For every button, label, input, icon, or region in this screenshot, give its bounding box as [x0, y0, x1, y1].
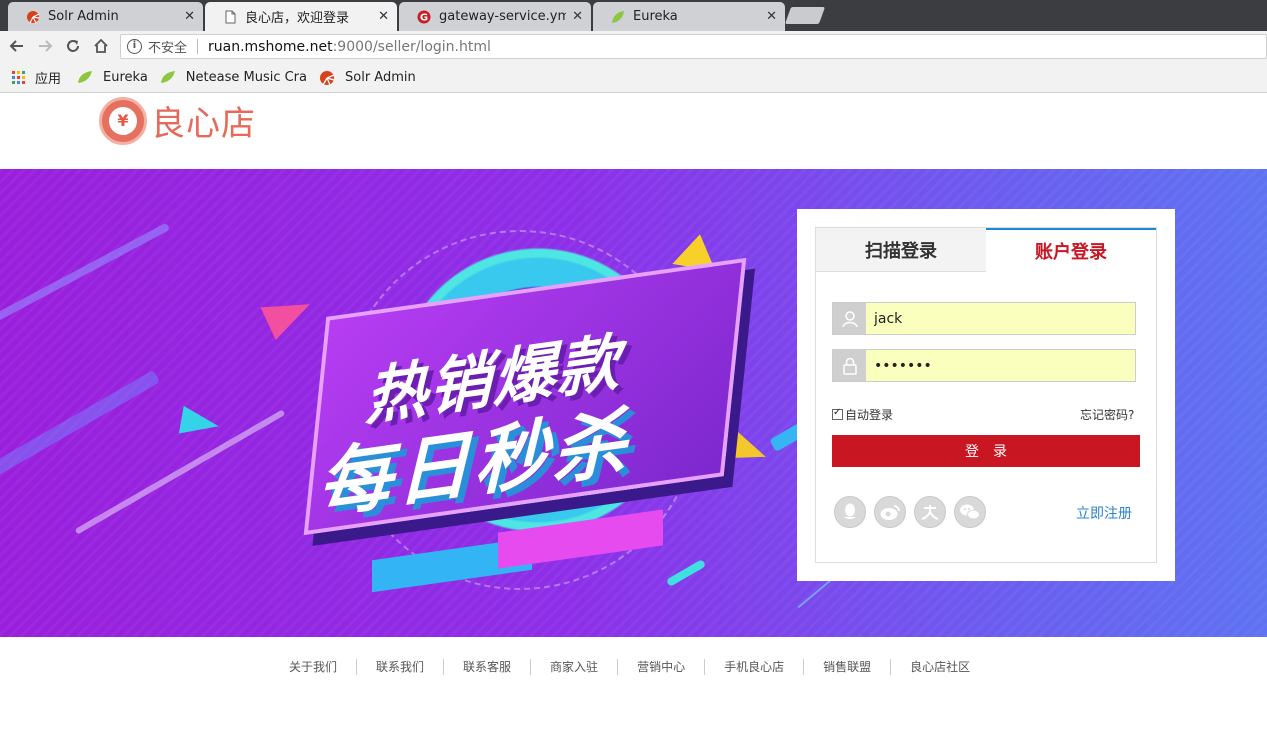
user-icon — [833, 303, 866, 334]
social-login — [834, 496, 994, 528]
footer-link-mobile[interactable]: 手机良心店 — [705, 659, 805, 675]
page-icon — [223, 10, 237, 24]
renren-icon[interactable] — [914, 496, 946, 528]
footer-link-alliance[interactable]: 销售联盟 — [804, 659, 892, 675]
close-icon[interactable]: ✕ — [572, 9, 583, 24]
tab-account-login[interactable]: 账户登录 — [986, 228, 1156, 272]
logo-icon: ¥ — [99, 96, 147, 145]
leaf-icon — [611, 10, 625, 24]
footer-link-community[interactable]: 良心店社区 — [891, 659, 989, 675]
logo-text: 良心店 — [151, 104, 256, 144]
username-input[interactable] — [866, 303, 1135, 334]
leaf-icon — [77, 70, 93, 84]
site-header: ¥ 良心店 — [0, 93, 1267, 169]
url-host: ruan.mshome.net — [208, 38, 333, 55]
back-icon[interactable] — [6, 35, 28, 57]
solr-icon — [319, 70, 335, 86]
svg-text:G: G — [420, 12, 428, 23]
qq-icon[interactable] — [834, 496, 866, 528]
footer-link-contact[interactable]: 联系我们 — [357, 659, 445, 675]
reload-icon[interactable] — [62, 35, 84, 57]
bookmarks-bar: 应用 Eureka Netease Music Cra Solr Admin — [0, 62, 1267, 93]
forgot-password-link[interactable]: 忘记密码? — [1080, 406, 1134, 423]
weibo-icon[interactable] — [874, 496, 906, 528]
apps-icon — [12, 70, 25, 84]
leaf-icon — [160, 70, 176, 84]
bookmark-apps[interactable]: 应用 — [12, 68, 61, 87]
footer-link-merchant[interactable]: 商家入驻 — [531, 659, 619, 675]
gitee-icon: G — [417, 10, 431, 24]
login-button[interactable]: 登录 — [832, 435, 1140, 467]
bookmark-solr-admin[interactable]: Solr Admin — [319, 70, 416, 86]
auto-login-label: 自动登录 — [845, 408, 894, 422]
footer-links: 关于我们 联系我们 联系客服 商家入驻 营销中心 手机良心店 销售联盟 良心店社… — [270, 659, 989, 675]
tab-gateway-service[interactable]: G gateway-service.yml · k ✕ — [399, 2, 591, 31]
close-icon[interactable]: ✕ — [184, 9, 195, 24]
auto-login-checkbox[interactable] — [832, 407, 843, 420]
footer-link-support[interactable]: 联系客服 — [444, 659, 532, 675]
url-path: :9000/seller/login.html — [332, 38, 491, 55]
tab-eureka[interactable]: Eureka ✕ — [593, 2, 785, 31]
close-icon[interactable]: ✕ — [378, 9, 389, 24]
lock-icon — [833, 350, 866, 381]
username-field — [832, 302, 1136, 335]
site-footer: 关于我们 联系我们 联系客服 商家入驻 营销中心 手机良心店 销售联盟 良心店社… — [0, 637, 1267, 736]
browser-tab-strip: Solr Admin ✕ 良心店，欢迎登录 ✕ G gateway-servic… — [0, 0, 1267, 31]
password-input[interactable] — [866, 350, 1135, 381]
browser-toolbar: i 不安全 ruan.mshome.net:9000/seller/login.… — [0, 31, 1267, 62]
login-form: 扫描登录 账户登录 自动登录 忘记密码? 登录 — [815, 227, 1157, 563]
home-icon[interactable] — [90, 35, 112, 57]
site-logo[interactable]: ¥ 良心店 — [99, 96, 256, 145]
login-tabs: 扫描登录 账户登录 — [816, 228, 1156, 272]
login-panel: 扫描登录 账户登录 自动登录 忘记密码? 登录 — [797, 209, 1175, 581]
solr-icon — [26, 10, 40, 24]
tab-login[interactable]: 良心店，欢迎登录 ✕ — [205, 2, 397, 31]
tab-scan-login[interactable]: 扫描登录 — [816, 228, 986, 272]
bookmark-eureka[interactable]: Eureka — [77, 70, 148, 85]
info-icon[interactable]: i — [127, 39, 142, 54]
address-bar[interactable]: i 不安全 ruan.mshome.net:9000/seller/login.… — [120, 34, 1267, 59]
password-field — [832, 349, 1136, 382]
close-icon[interactable]: ✕ — [766, 9, 777, 24]
footer-link-about[interactable]: 关于我们 — [270, 659, 358, 675]
bookmark-netease[interactable]: Netease Music Cra — [160, 70, 307, 85]
register-link[interactable]: 立即注册 — [1076, 503, 1132, 523]
forward-icon[interactable] — [34, 35, 56, 57]
auto-login[interactable]: 自动登录 — [832, 406, 893, 423]
tab-solr-admin[interactable]: Solr Admin ✕ — [8, 2, 203, 31]
divider — [197, 39, 199, 54]
insecure-label: 不安全 — [148, 41, 188, 56]
footer-link-marketing[interactable]: 营销中心 — [618, 659, 706, 675]
wechat-icon[interactable] — [954, 496, 986, 528]
new-tab-button[interactable] — [784, 7, 826, 24]
